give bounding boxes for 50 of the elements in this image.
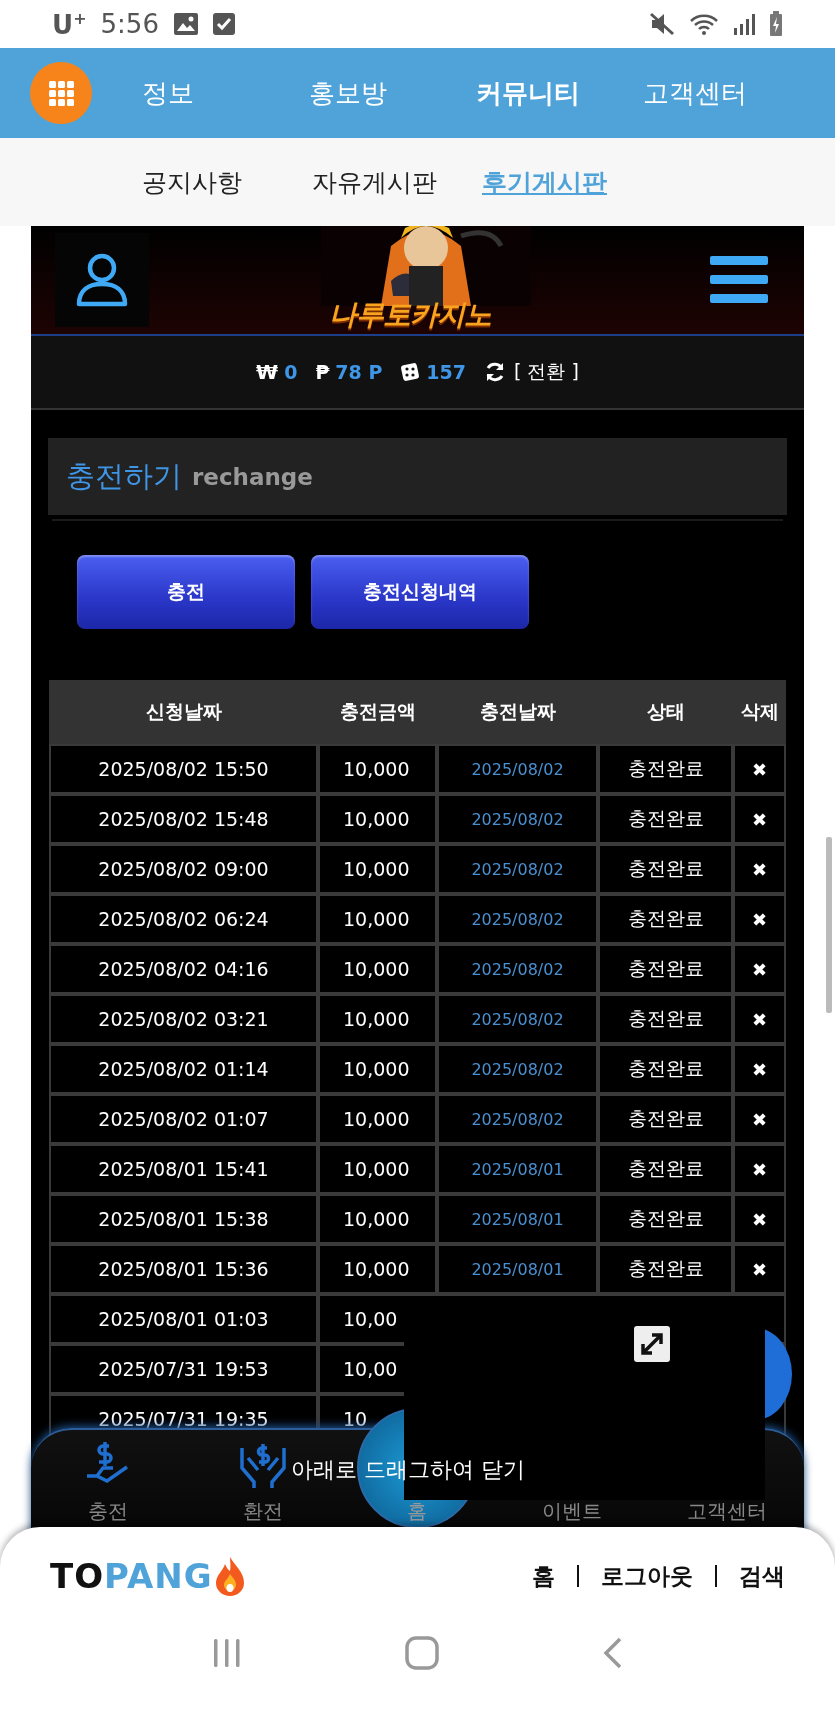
amount-cell: 10,000 bbox=[318, 744, 437, 794]
amount-cell: 10,000 bbox=[318, 1194, 437, 1244]
amount-cell: 10,000 bbox=[318, 844, 437, 894]
date-cell: 2025/08/01 15:41 bbox=[49, 1144, 318, 1194]
balance-value: 0 bbox=[284, 361, 298, 383]
date-cell: 2025/08/01 01:03 bbox=[49, 1294, 318, 1344]
date-cell: 2025/08/02 03:21 bbox=[49, 994, 318, 1044]
balance-value: 157 bbox=[426, 361, 466, 383]
status-cell: 충전완료 bbox=[598, 1244, 733, 1294]
date-cell: 2025/08/02 01:07 bbox=[49, 1094, 318, 1144]
amount-cell: 10,000 bbox=[318, 1044, 437, 1094]
date-cell: 2025/07/31 19:53 bbox=[49, 1344, 318, 1394]
amount-cell: 10,000 bbox=[318, 1094, 437, 1144]
column-header: 충전날짜 bbox=[437, 680, 598, 744]
status-cell: 충전완료 bbox=[598, 894, 733, 944]
balance-value: 78 P bbox=[335, 361, 383, 383]
status-cell: 충전완료 bbox=[598, 1194, 733, 1244]
status-cell: 충전완료 bbox=[598, 1144, 733, 1194]
amount-cell: 10,000 bbox=[318, 1144, 437, 1194]
status-cell: 충전완료 bbox=[598, 1094, 733, 1144]
status-cell: 충전완료 bbox=[598, 744, 733, 794]
logo-text: 나루토카지노 bbox=[329, 297, 491, 333]
section-title: 충전하기 bbox=[66, 457, 182, 495]
status-cell: 충전완료 bbox=[598, 844, 733, 894]
section-subtitle: rechange bbox=[192, 463, 313, 490]
status-cell: 충전완료 bbox=[598, 994, 733, 1044]
status-cell: 충전완료 bbox=[598, 944, 733, 994]
column-header: 삭제 bbox=[733, 680, 786, 744]
date-cell: 2025/08/02 09:00 bbox=[49, 844, 318, 894]
date-cell: 2025/08/02 15:48 bbox=[49, 794, 318, 844]
column-header: 충전금액 bbox=[318, 680, 437, 744]
date-cell: 2025/08/02 15:50 bbox=[49, 744, 318, 794]
column-header: 신청날짜 bbox=[49, 680, 318, 744]
amount-cell: 10,000 bbox=[318, 894, 437, 944]
point-symbol: ₱ bbox=[315, 360, 330, 384]
date-cell: 2025/08/01 15:36 bbox=[49, 1244, 318, 1294]
amount-cell: 10,000 bbox=[318, 794, 437, 844]
clock-time: 5:56 bbox=[100, 9, 159, 39]
amount-cell: 10,000 bbox=[318, 944, 437, 994]
amount-cell: 10,000 bbox=[318, 1244, 437, 1294]
date-cell: 2025/08/02 06:24 bbox=[49, 894, 318, 944]
column-header: 상태 bbox=[598, 680, 733, 744]
carrier-label: U$^{+}$ bbox=[52, 8, 87, 40]
amount-cell: 10,000 bbox=[318, 994, 437, 1044]
status-cell: 충전완료 bbox=[598, 1044, 733, 1094]
date-cell: 2025/08/02 04:16 bbox=[49, 944, 318, 994]
status-cell: 충전완료 bbox=[598, 794, 733, 844]
currency-symbol: ₩ bbox=[256, 360, 279, 384]
date-cell: 2025/08/01 15:38 bbox=[49, 1194, 318, 1244]
date-cell: 2025/08/02 01:14 bbox=[49, 1044, 318, 1094]
